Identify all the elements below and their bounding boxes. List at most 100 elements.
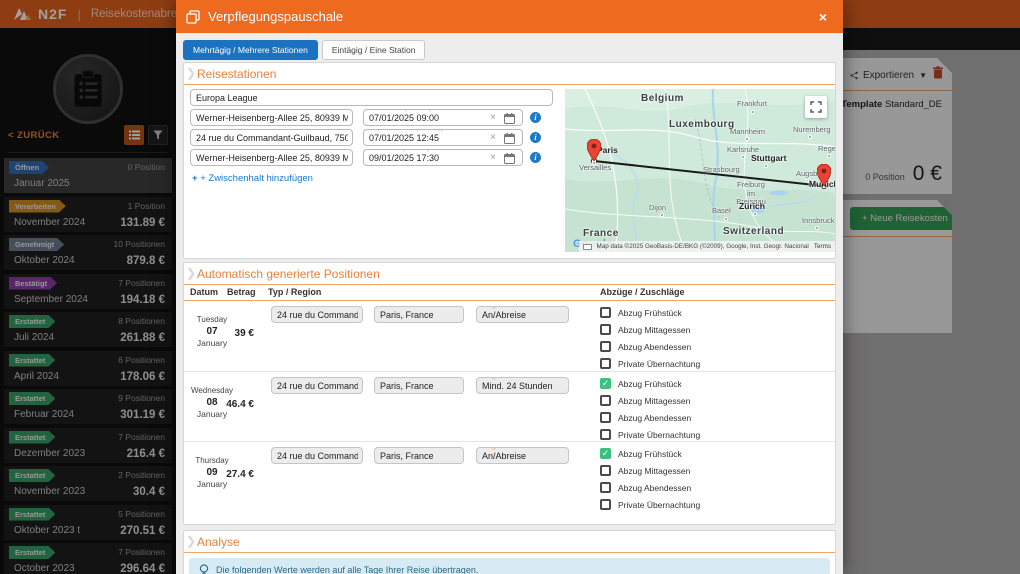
field-label: Gewählter Ort [380, 307, 425, 310]
section-title: Reisestationen [197, 67, 277, 81]
field-label: Angewandte Rate [482, 448, 538, 451]
clear-icon[interactable]: × [490, 112, 496, 123]
deduction-checkbox[interactable] [600, 482, 611, 493]
field-label: Ende der Reise [196, 150, 245, 153]
reise-name-field[interactable]: Reise Name Europa League [190, 89, 553, 106]
close-icon[interactable]: × [813, 7, 833, 27]
map-label: Mannheim [730, 127, 766, 136]
field-label: Reise Name [196, 90, 236, 93]
deduction-checkbox[interactable] [600, 465, 611, 476]
table-header: Datum Betrag Typ / Region Abzüge / Zusch… [184, 285, 835, 301]
map-city-dot [827, 154, 831, 158]
deduction-option: Abzug Frühstück [600, 304, 700, 321]
deduction-checkbox[interactable] [600, 499, 611, 510]
typ-region-field[interactable]: Gewählter OrtParis, France [374, 306, 464, 323]
route-map[interactable]: Belgium Luxembourg France Switzerland Frankf… [565, 89, 835, 252]
field-value: An/Abreise [482, 310, 527, 320]
col-betrag: Betrag [227, 287, 256, 297]
deduction-label: Private Übernachtung [618, 429, 701, 440]
field-value: Paris, France [380, 451, 434, 461]
field-value: Paris, France [380, 381, 434, 391]
modal-header: Verpflegungspauschale × [176, 0, 843, 33]
field-value: An/Abreise [482, 451, 527, 461]
deductions-column: Abzug Frühstück Abzug Mittagessen Abzug Ab… [600, 304, 700, 372]
terms-link[interactable]: Terms [814, 243, 831, 250]
info-icon[interactable]: i [530, 152, 541, 163]
duplicate-icon [186, 9, 200, 24]
clear-icon[interactable]: × [490, 152, 496, 163]
deduction-label: Abzug Mittagessen [618, 395, 691, 406]
tab-eintaegig[interactable]: Eintägig / Eine Station [321, 40, 426, 60]
typ-region-field[interactable]: Angewandte RateMind. 24 Stunden [476, 377, 569, 394]
start-field[interactable]: Start Werner-Heisenberg-Allee 25, 80939 … [190, 109, 353, 126]
typ-region-field[interactable]: Angewandte RateAn/Abreise [476, 306, 569, 323]
deduction-checkbox[interactable]: ✓ [600, 448, 611, 459]
nach-field[interactable]: Nach 24 rue du Commandant-Guilbaud, 7501… [190, 129, 353, 146]
position-row: Tuesday07January39 €Besuchter Ort24 rue … [184, 301, 835, 371]
map-label: Regensb [818, 144, 835, 153]
typ-region-field[interactable]: Gewählter OrtParis, France [374, 447, 464, 464]
fullscreen-icon [810, 101, 822, 113]
deduction-checkbox[interactable] [600, 429, 611, 440]
map-city-dot [815, 226, 819, 230]
date-month: January [196, 409, 228, 419]
map-fullscreen-button[interactable] [805, 96, 827, 118]
amount-value: 39 € [234, 328, 254, 339]
deduction-checkbox[interactable] [600, 412, 611, 423]
map-label: Belgium [641, 93, 684, 104]
deduction-checkbox[interactable] [600, 307, 611, 318]
field-value: 24 rue du Commandant-Guilbaud [277, 451, 358, 461]
position-row: Thursday09January27.4 €Besuchter Ort24 r… [184, 441, 835, 511]
map-label: Luxembourg [669, 119, 735, 130]
info-icon[interactable]: i [530, 132, 541, 143]
trip-type-tabs: Mehrtägig / Mehrere Stationen Eintägig /… [183, 40, 426, 60]
date-weekday: Tuesday [196, 315, 228, 324]
map-label: Switzerland [723, 226, 785, 237]
typ-region-field[interactable]: Besuchter Ort24 rue du Commandant-Guilba… [271, 306, 363, 323]
ende-field[interactable]: Ende der Reise Werner-Heisenberg-Allee 2… [190, 149, 353, 166]
calendar-icon[interactable] [504, 133, 515, 145]
enddatum-field[interactable]: Enddatum (Ortszeit) 09/01/2025 17:30 × [363, 149, 523, 166]
typ-region-field[interactable]: Besuchter Ort24 rue du Commandant-Guilba… [271, 447, 363, 464]
ankunftsdatum-field[interactable]: Ankunftsdatum (Ortszeit) 07/01/2025 12:4… [363, 129, 523, 146]
deduction-label: Private Übernachtung [618, 358, 701, 369]
deduction-option: Abzug Mittagessen [600, 392, 700, 409]
calendar-icon[interactable] [504, 153, 515, 165]
clear-icon[interactable]: × [490, 132, 496, 143]
map-attribution: Map data ©2025 GeoBasis-DE/BKG (©2009), … [578, 241, 835, 252]
map-label: Frankfurt [737, 99, 768, 108]
map-label: Stuttgart [751, 153, 787, 163]
deduction-checkbox[interactable] [600, 341, 611, 352]
add-stop-label: + Zwischenhalt hinzufügen [200, 173, 313, 184]
field-label: Nach [196, 130, 216, 133]
deduction-checkbox[interactable] [600, 395, 611, 406]
section-chevron-icon: ❯ [186, 534, 197, 548]
position-row: Wednesday08January46.4 €Besuchter Ort24 … [184, 371, 835, 441]
deduction-checkbox[interactable] [600, 358, 611, 369]
info-icon[interactable]: i [530, 112, 541, 123]
date-month: January [196, 479, 228, 489]
deduction-option: Private Übernachtung [600, 355, 700, 372]
map-label: Strasbourg [703, 165, 740, 174]
map-label: Basel [712, 206, 731, 215]
add-stop-link[interactable]: + + Zwischenhalt hinzufügen [192, 173, 313, 184]
startdatum-field[interactable]: Startdatum (Ortszeit) 07/01/2025 09:00 × [363, 109, 523, 126]
map-label: Innsbruck [802, 216, 835, 225]
typ-region-field[interactable]: Angewandte RateAn/Abreise [476, 447, 569, 464]
tab-mehrtaegig[interactable]: Mehrtägig / Mehrere Stationen [183, 40, 318, 60]
deduction-option: Private Übernachtung [600, 496, 700, 513]
deduction-option: Abzug Abendessen [600, 479, 700, 496]
map-city-dot [724, 217, 728, 221]
map-city-dot [808, 135, 812, 139]
deduction-checkbox[interactable]: ✓ [600, 378, 611, 389]
field-label: Angewandte Rate [482, 378, 538, 381]
deduction-checkbox[interactable] [600, 324, 611, 335]
typ-region-field[interactable]: Besuchter Ort24 rue du Commandant-Guilba… [271, 377, 363, 394]
field-label: Besuchter Ort [277, 307, 322, 310]
modal-body: Mehrtägig / Mehrere Stationen Eintägig /… [176, 33, 843, 574]
calendar-icon[interactable] [504, 113, 515, 125]
verpflegungspauschale-modal: Verpflegungspauschale × Mehrtägig / Mehr… [176, 0, 843, 574]
map-city-dot [745, 137, 749, 141]
deduction-label: Abzug Abendessen [618, 412, 692, 423]
typ-region-field[interactable]: Gewählter OrtParis, France [374, 377, 464, 394]
